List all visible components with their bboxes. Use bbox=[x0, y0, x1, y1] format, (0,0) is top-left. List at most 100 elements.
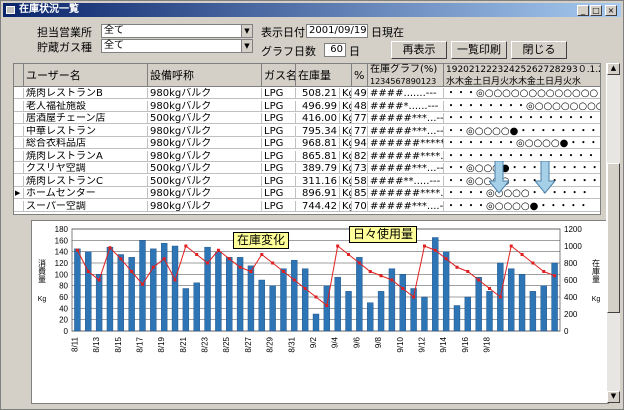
row-selector: ▶ bbox=[14, 188, 24, 199]
bar-cell: #####***...--- bbox=[370, 163, 444, 174]
x-tick-label: 9/14 bbox=[439, 336, 448, 352]
gas-type-select[interactable]: 全て ▼ bbox=[101, 39, 253, 53]
stock-point bbox=[390, 278, 394, 282]
gas-cell: LPG bbox=[262, 200, 296, 211]
x-tick-label: 8/17 bbox=[135, 336, 144, 352]
stock-cell: 508.21 bbox=[296, 88, 340, 99]
close-window-button[interactable]: × bbox=[605, 5, 617, 16]
stock-cell: 968.81 bbox=[296, 138, 340, 149]
usage-bar bbox=[182, 288, 190, 332]
stock-point bbox=[130, 270, 134, 273]
usage-bar bbox=[171, 245, 179, 332]
stock-cell: 311.16 bbox=[296, 175, 340, 186]
stock-point bbox=[477, 278, 481, 282]
scroll-up-icon[interactable]: ▲ bbox=[607, 63, 620, 75]
col-user: ユーザー名 bbox=[24, 64, 148, 87]
unit-cell: Kg bbox=[340, 188, 352, 199]
col-stock: 在庫量 bbox=[296, 64, 352, 87]
table-row[interactable]: 焼肉レストランC500kgバルクLPG311.16Kg58####**.....… bbox=[14, 175, 600, 187]
stock-point bbox=[444, 257, 448, 261]
usage-bar bbox=[150, 248, 157, 332]
table-row[interactable]: 老人福祉施設980kgバルクLPG496.99Kg48####*......--… bbox=[14, 100, 600, 112]
stock-point bbox=[260, 253, 264, 256]
user-cell: 焼肉レストランC bbox=[24, 175, 148, 186]
maximize-button[interactable]: □ bbox=[590, 5, 602, 16]
table-row[interactable]: 居酒屋チェーン店500kgバルクLPG416.00Kg77#####***...… bbox=[14, 113, 600, 125]
stock-point bbox=[325, 304, 329, 307]
redisplay-button[interactable]: 再表示 bbox=[391, 41, 447, 59]
gas-cell: LPG bbox=[262, 188, 296, 199]
days-cell: ・・・・・・・・・・・・・・・ bbox=[444, 151, 600, 161]
print-list-button[interactable]: 一覧印刷 bbox=[451, 41, 507, 59]
usage-bar bbox=[453, 305, 461, 332]
close-button[interactable]: 閉じる bbox=[511, 41, 567, 59]
y-tick-label: 100 bbox=[55, 270, 69, 279]
date-label: 表示日付 bbox=[261, 26, 305, 39]
stock-point bbox=[542, 270, 546, 273]
title-bar: 在庫状況一覧 bbox=[3, 3, 621, 17]
x-tick-label: 9/8 bbox=[374, 336, 383, 348]
chart-svg: 0 20 40 60 80 100 120 140 160 180 0 200 400 600 800 100… bbox=[38, 225, 601, 353]
y-tick-label: 60 bbox=[59, 293, 68, 302]
table-row[interactable]: クスリヤ空調500kgバルクLPG389.79Kg73#####***...--… bbox=[14, 163, 600, 175]
stock-point bbox=[401, 287, 405, 290]
table-row[interactable]: スーパー空調980kgバルクLPG744.42Kg70#####***....-… bbox=[14, 200, 600, 212]
y-tick-label: 180 bbox=[55, 225, 69, 234]
days-cell: ・・・◎○○○○○○○○○○○○○ bbox=[444, 88, 600, 98]
usage-bar bbox=[204, 246, 211, 332]
usage-bar bbox=[269, 285, 276, 332]
chevron-down-icon[interactable]: ▼ bbox=[241, 40, 252, 52]
graph-days-suffix: 日 bbox=[349, 45, 360, 58]
graph-days-input[interactable]: 60 bbox=[324, 43, 346, 57]
table-row[interactable]: 焼肉レストランA980kgバルクLPG865.81Kg82######****.… bbox=[14, 150, 600, 162]
stock-point bbox=[238, 265, 242, 269]
equipment-cell: 980kgバルク bbox=[148, 200, 262, 211]
y2-axis-label: 在庫量 bbox=[592, 258, 601, 283]
col-gas: ガス名 bbox=[262, 64, 296, 87]
window-title: 在庫状況一覧 bbox=[19, 4, 79, 15]
x-tick-label: 8/19 bbox=[157, 336, 166, 352]
table-row[interactable]: 焼肉レストランB980kgバルクLPG508.21Kg49####.......… bbox=[14, 88, 600, 100]
stock-point bbox=[488, 287, 492, 290]
stock-point bbox=[206, 261, 210, 265]
gas-cell: LPG bbox=[262, 138, 296, 149]
stock-point bbox=[75, 248, 79, 252]
minimize-button[interactable]: _ bbox=[577, 5, 589, 16]
stock-point bbox=[162, 257, 166, 261]
pct-cell: 85 bbox=[354, 188, 368, 199]
usage-chart: 0 20 40 60 80 100 120 140 160 180 0 200 400 600 800 100… bbox=[31, 220, 609, 404]
days-cell: ・・・・・・・・・・・・・・・ bbox=[444, 113, 600, 123]
sales-office-select[interactable]: 全て ▼ bbox=[101, 24, 253, 38]
scroll-down-icon[interactable]: ▼ bbox=[607, 391, 620, 403]
days-cell: ・・◎○○○○●・・・・・・・・・ bbox=[446, 125, 601, 136]
chevron-down-icon[interactable]: ▼ bbox=[241, 25, 252, 37]
stock-point bbox=[119, 257, 123, 261]
table-row[interactable]: ▶ホームセンター980kgバルクLPG896.91Kg85######****.… bbox=[14, 188, 600, 200]
table-row[interactable]: 総合衣料品店980kgバルクLPG968.81Kg94######*****..… bbox=[14, 138, 600, 150]
days-cell: ・・・・◎○○○○●・・・・・ bbox=[444, 201, 600, 211]
stock-cell: 795.34 bbox=[296, 125, 340, 136]
usage-bar bbox=[280, 268, 287, 332]
y2-tick-label: 600 bbox=[564, 276, 578, 285]
y-tick-label: 120 bbox=[55, 259, 69, 268]
usage-bar bbox=[247, 265, 255, 332]
usage-bar bbox=[160, 242, 168, 332]
scroll-thumb[interactable] bbox=[607, 163, 620, 313]
gas-cell: LPG bbox=[262, 113, 296, 124]
equipment-cell: 980kgバルク bbox=[148, 138, 262, 149]
gas-type-label: 貯蔵ガス種 bbox=[37, 41, 92, 54]
x-tick-label: 8/15 bbox=[114, 336, 123, 352]
usage-bar bbox=[106, 246, 114, 332]
stock-point bbox=[216, 248, 220, 252]
stock-point bbox=[281, 270, 285, 273]
usage-bar bbox=[540, 285, 547, 332]
vertical-scrollbar[interactable]: ▲ ▼ bbox=[606, 63, 620, 403]
date-input[interactable]: 2001/09/19 bbox=[306, 24, 368, 38]
unit-cell: Kg bbox=[340, 175, 352, 186]
x-tick-label: 9/16 bbox=[461, 336, 470, 352]
usage-bar bbox=[421, 296, 428, 332]
usage-bar bbox=[95, 274, 103, 332]
table-row[interactable]: 中華レストラン980kgバルクLPG795.34Kg77#####***...-… bbox=[14, 125, 601, 137]
pct-cell: 94 bbox=[354, 138, 368, 149]
stock-point bbox=[195, 253, 199, 256]
